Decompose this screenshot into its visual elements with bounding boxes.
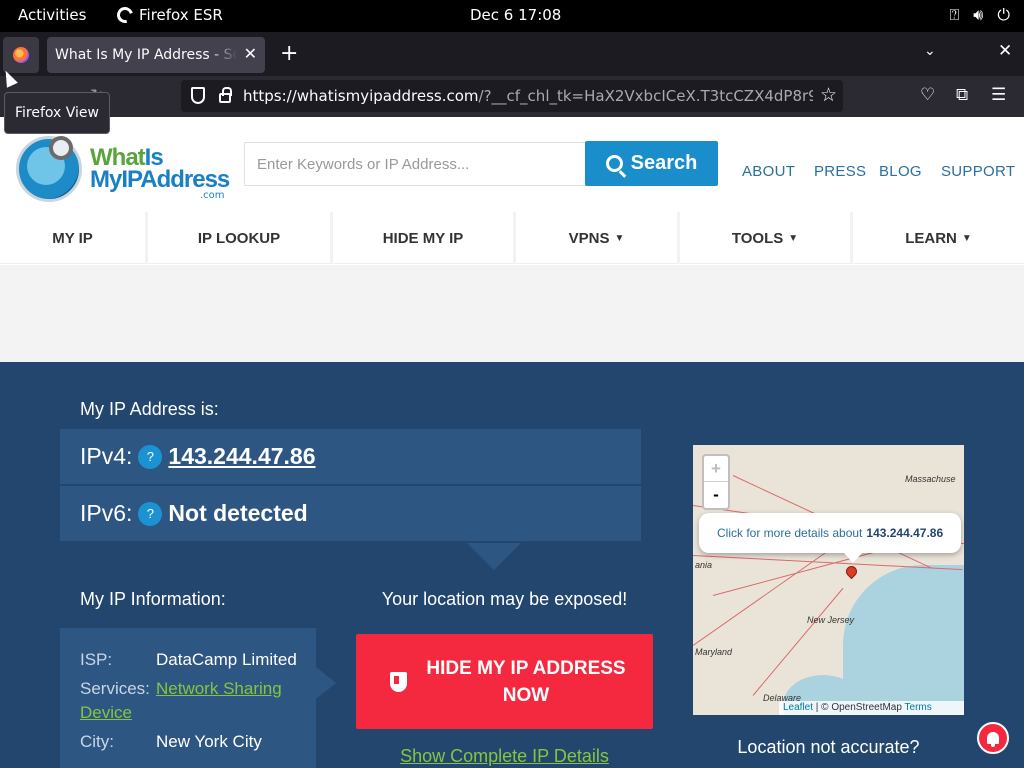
nav-link-press[interactable]: PRESS xyxy=(814,163,866,180)
zoom-in-button[interactable]: + xyxy=(704,456,728,482)
app-menu[interactable]: Firefox ESR xyxy=(114,4,223,26)
location-exposed-text: Your location may be exposed! xyxy=(381,589,628,609)
map-zoom-control: + - xyxy=(702,454,730,510)
help-icon[interactable]: ? xyxy=(138,444,163,469)
tab-title: What Is My IP Address - See Your Public … xyxy=(55,47,237,63)
ipv6-value: Not detected xyxy=(168,500,308,526)
logo-dotcom: .com xyxy=(200,190,225,201)
clock[interactable]: Dec 6 17:08 xyxy=(470,6,561,24)
caret-down-icon: ▼ xyxy=(788,232,799,244)
active-tab[interactable]: What Is My IP Address - See Your Public … xyxy=(47,37,265,73)
main-nav-tools[interactable]: TOOLS ▼ xyxy=(680,212,853,264)
search-button-label: Search xyxy=(630,152,698,174)
power-icon[interactable]: ⏻ xyxy=(997,5,1010,25)
shield-icon xyxy=(390,671,407,692)
ip-information-label: My IP Information: xyxy=(80,589,226,609)
navigation-bar: ← → ↻ https://whatismyipaddress.com/?__c… xyxy=(0,76,1024,117)
search-button[interactable]: Search xyxy=(585,141,718,186)
zoom-out-button[interactable]: - xyxy=(704,482,728,508)
map-label: Maryland xyxy=(695,647,733,657)
main-nav-my-ip[interactable]: MY IP xyxy=(0,212,148,264)
leaflet-link[interactable]: Leaflet xyxy=(783,702,813,713)
tab-strip: What Is My IP Address - See Your Public … xyxy=(0,32,1024,76)
hide-my-ip-button[interactable]: HIDE MY IP ADDRESS NOW xyxy=(356,634,653,729)
system-top-bar: Activities Firefox ESR Dec 6 17:08 ⍰ 🔊︎ … xyxy=(0,0,1024,32)
ip-hero-section: My IP Address is: IPv4: ? 143.244.47.86 … xyxy=(0,362,1024,768)
map-attribution: Leaflet | © OpenStreetMap Terms xyxy=(779,701,964,715)
list-all-tabs-icon[interactable]: ⌄ xyxy=(924,43,936,59)
caret-down-icon: ▼ xyxy=(961,232,972,244)
ipv6-row: IPv6: ? Not detected xyxy=(60,486,641,541)
search-icon xyxy=(605,155,623,172)
app-name: Firefox ESR xyxy=(139,6,223,24)
lock-icon[interactable] xyxy=(219,87,232,103)
nav-link-about[interactable]: ABOUT xyxy=(742,163,795,180)
hide-my-ip-label: HIDE MY IP ADDRESS NOW xyxy=(426,657,626,706)
terms-link[interactable]: Terms xyxy=(905,702,932,713)
help-icon[interactable]: ? xyxy=(138,501,163,526)
activities-button[interactable]: Activities xyxy=(18,6,86,24)
ip-info-panel: ISP: DataCamp Limited Services: Network Sh… xyxy=(60,628,316,768)
url-bar[interactable]: https://whatismyipaddress.com/?__cf_chl_… xyxy=(181,80,843,112)
services-row: Services: Network Sharing Device xyxy=(80,679,282,722)
map-sea xyxy=(843,565,964,715)
map-popup[interactable]: Click for more details about 143.244.47.… xyxy=(699,513,961,553)
ip-address-label: My IP Address is: xyxy=(80,399,219,419)
ipv6-label: IPv6: xyxy=(80,500,133,526)
bell-icon xyxy=(987,732,999,747)
pocket-icon[interactable]: ♡ xyxy=(920,85,935,105)
main-nav-vpns[interactable]: VPNS ▼ xyxy=(516,212,680,264)
location-not-accurate-text[interactable]: Location not accurate? xyxy=(693,737,964,758)
search-input[interactable]: Enter Keywords or IP Address... xyxy=(244,142,586,186)
ad-space xyxy=(0,265,1024,362)
map-popup-text: Click for more details about xyxy=(717,526,863,540)
panel-notch xyxy=(467,543,521,570)
map-marker-icon[interactable] xyxy=(843,563,860,580)
firefox-icon xyxy=(114,4,136,26)
magnifier-icon xyxy=(49,136,73,160)
site-logo[interactable]: WhatIs MyIPAddress .com xyxy=(16,134,230,206)
city-row: City: New York City xyxy=(80,732,262,751)
map-popup-tip xyxy=(844,553,862,563)
caret-down-icon: ▼ xyxy=(614,232,625,244)
firefox-view-button[interactable] xyxy=(3,37,39,73)
main-nav-learn[interactable]: LEARN ▼ xyxy=(853,212,1024,264)
main-nav: MY IP IP LOOKUP HIDE MY IP VPNS ▼ TOOLS ▼ … xyxy=(0,212,1024,264)
help-icon[interactable]: ⍰ xyxy=(950,5,960,25)
tracking-protection-icon[interactable] xyxy=(191,87,205,104)
show-ip-details-link[interactable]: Show Complete IP Details xyxy=(356,746,653,767)
firefox-view-icon xyxy=(13,47,29,63)
new-tab-icon[interactable]: + xyxy=(280,41,298,66)
volume-icon[interactable]: 🔊︎ xyxy=(973,5,983,25)
web-page: WhatIs MyIPAddress .com Enter Keywords o… xyxy=(0,117,1024,768)
bookmark-star-icon[interactable]: ☆ xyxy=(820,84,837,106)
ipv4-row: IPv4: ? 143.244.47.86 xyxy=(60,429,641,484)
main-nav-hide-my-ip[interactable]: HIDE MY IP xyxy=(333,212,516,264)
location-map[interactable]: Massachuse ania New Jersey Maryland Dela… xyxy=(693,445,964,715)
isp-row: ISP: DataCamp Limited xyxy=(80,650,297,669)
window-close-icon[interactable]: ✕ xyxy=(998,41,1012,61)
nav-link-support[interactable]: SUPPORT xyxy=(941,163,1015,180)
map-label: Massachuse xyxy=(905,474,956,484)
url-text[interactable]: https://whatismyipaddress.com/?__cf_chl_… xyxy=(243,87,813,105)
map-popup-ip: 143.244.47.86 xyxy=(866,526,944,540)
main-nav-ip-lookup[interactable]: IP LOOKUP xyxy=(148,212,333,264)
nav-link-blog[interactable]: BLOG xyxy=(879,163,922,180)
ipv4-value-link[interactable]: 143.244.47.86 xyxy=(168,443,315,470)
map-label: New Jersey xyxy=(807,615,855,625)
menu-icon[interactable]: ☰ xyxy=(991,85,1006,105)
panel-arrow xyxy=(316,667,336,699)
tooltip: Firefox View xyxy=(4,92,110,134)
ipv4-label: IPv4: xyxy=(80,443,133,469)
close-tab-icon[interactable]: ✕ xyxy=(244,44,257,63)
system-tray[interactable]: ⍰ 🔊︎ ⏻ xyxy=(950,5,1010,25)
extensions-icon[interactable]: ⧉ xyxy=(956,85,968,105)
map-label: ania xyxy=(695,560,713,570)
notification-bell-button[interactable] xyxy=(977,722,1009,754)
